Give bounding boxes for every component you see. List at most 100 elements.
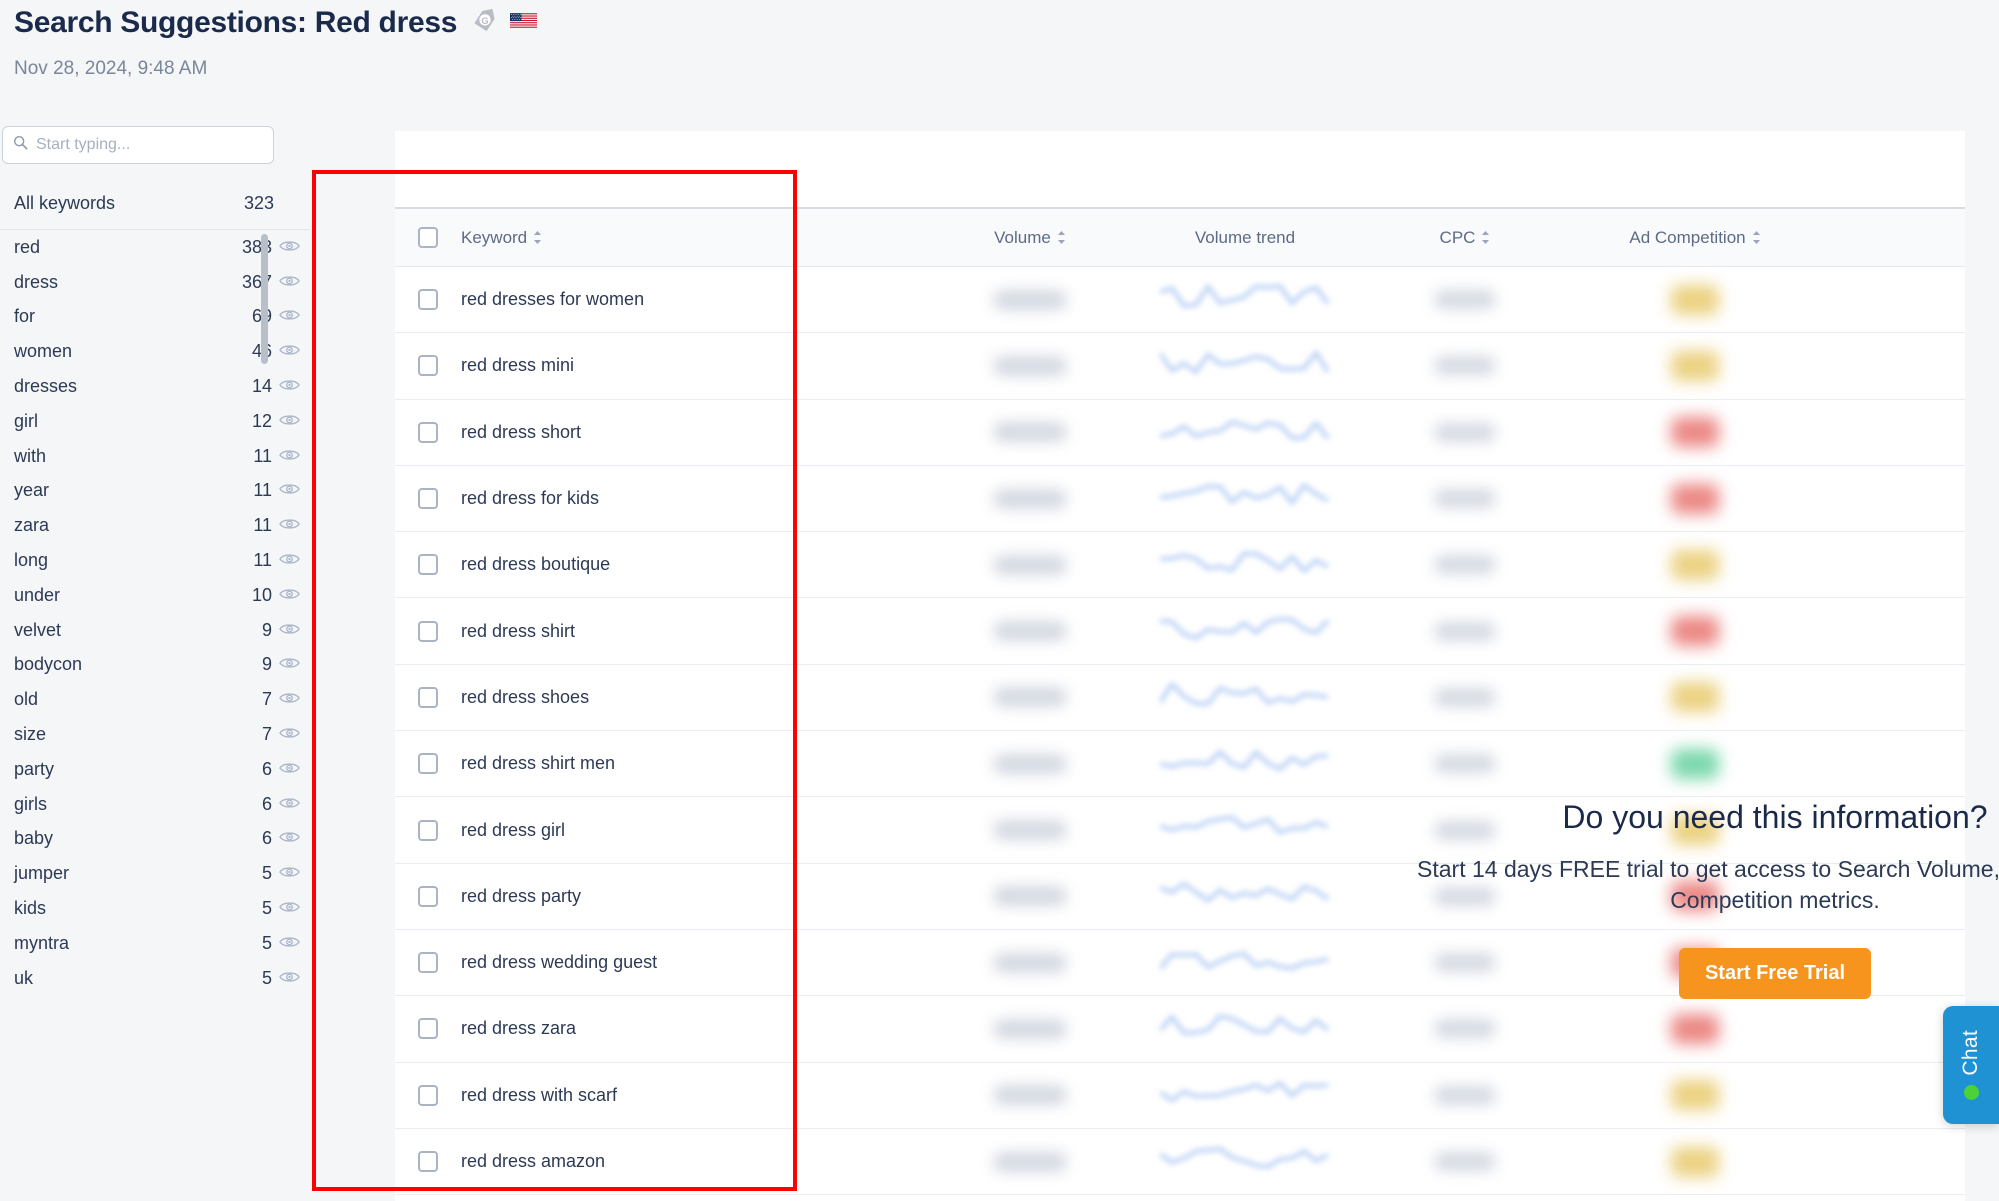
eye-icon[interactable] — [272, 933, 310, 954]
volume-trend-sparkline — [1159, 413, 1330, 452]
cell-cpc — [1365, 1085, 1565, 1105]
sort-icon-ad-competition[interactable] — [1752, 230, 1761, 245]
column-header-ad-competition[interactable]: Ad Competition — [1565, 228, 1825, 248]
eye-icon[interactable] — [272, 828, 310, 849]
cta-title: Do you need this information? — [1562, 799, 1988, 835]
chat-widget[interactable]: Chat — [1943, 1006, 1999, 1124]
row-checkbox[interactable] — [418, 1151, 438, 1172]
row-checkbox[interactable] — [418, 753, 438, 775]
search-box[interactable] — [2, 126, 274, 164]
eye-icon[interactable] — [272, 306, 310, 327]
column-label-cpc: CPC — [1439, 227, 1476, 247]
sort-icon-cpc[interactable] — [1481, 230, 1490, 245]
eye-icon[interactable] — [272, 515, 310, 536]
cell-ad-competition — [1565, 417, 1825, 448]
table-row[interactable]: red dress amazon — [395, 1129, 1965, 1196]
eye-icon[interactable] — [272, 411, 310, 432]
sort-icon-volume[interactable] — [1057, 230, 1066, 245]
sidebar-keyword-row[interactable]: myntra 5 — [0, 926, 310, 961]
column-header-keyword[interactable]: Keyword — [461, 228, 935, 248]
eye-icon[interactable] — [272, 480, 310, 501]
row-checkbox[interactable] — [418, 355, 438, 377]
sidebar-keyword-row[interactable]: zara 11 — [0, 508, 310, 543]
sidebar-keyword-row[interactable]: girls 6 — [0, 787, 310, 822]
sidebar-keyword-label: baby — [14, 828, 54, 849]
sidebar-keyword-row[interactable]: long 11 — [0, 543, 310, 578]
table-row[interactable]: red dress shoes — [395, 665, 1965, 732]
row-checkbox[interactable] — [418, 1018, 438, 1040]
eye-icon[interactable] — [272, 620, 310, 641]
row-checkbox[interactable] — [418, 1084, 438, 1106]
sidebar-item-all-keywords[interactable]: All keywords 323 — [0, 178, 310, 230]
locked-volume-value — [993, 753, 1067, 774]
eye-icon[interactable] — [272, 550, 310, 571]
locked-volume-value — [993, 1151, 1067, 1172]
eye-icon[interactable] — [272, 446, 310, 467]
cell-keyword: red dresses for women — [461, 289, 645, 310]
sidebar-keyword-row[interactable]: baby 6 — [0, 822, 310, 857]
eye-icon[interactable] — [272, 585, 310, 606]
row-select-cell — [395, 554, 461, 576]
table-row[interactable]: red dress short — [395, 400, 1965, 466]
table-row[interactable]: red dress zara — [395, 996, 1965, 1063]
table-row[interactable]: red dresses for women — [395, 267, 1965, 334]
sidebar-keyword-count: 12 — [251, 410, 272, 431]
sort-icon-keyword[interactable] — [533, 230, 542, 245]
row-checkbox[interactable] — [418, 421, 438, 443]
sidebar-keyword-row[interactable]: velvet 9 — [0, 613, 310, 648]
column-label-volume: Volume — [994, 227, 1051, 247]
sidebar-keyword-row[interactable]: uk 5 — [0, 961, 310, 996]
eye-icon[interactable] — [272, 759, 310, 780]
sidebar-keyword-row[interactable]: girl 12 — [0, 404, 310, 439]
table-row[interactable]: red dress for kids — [395, 466, 1965, 533]
cell-volume-trend — [1125, 877, 1365, 916]
start-free-trial-button[interactable]: Start Free Trial — [1678, 948, 1872, 1000]
cell-volume-trend — [1125, 346, 1365, 385]
sidebar-keyword-row[interactable]: kids 5 — [0, 891, 310, 926]
select-all-checkbox[interactable] — [418, 227, 438, 248]
eye-icon[interactable] — [272, 794, 310, 815]
sidebar-keyword-row[interactable]: jumper 5 — [0, 856, 310, 891]
eye-icon[interactable] — [272, 968, 310, 989]
row-checkbox[interactable] — [418, 885, 438, 907]
sidebar-keyword-row[interactable]: party 6 — [0, 752, 310, 787]
eye-icon[interactable] — [272, 341, 310, 362]
sidebar-keyword-row[interactable]: with 11 — [0, 439, 310, 474]
column-header-cpc[interactable]: CPC — [1365, 228, 1565, 248]
row-checkbox[interactable] — [418, 686, 438, 708]
table-row[interactable]: red dress boutique — [395, 532, 1965, 599]
report-timestamp: Nov 28, 2024, 9:48 AM — [14, 58, 208, 79]
eye-icon[interactable] — [272, 654, 310, 675]
row-checkbox[interactable] — [418, 819, 438, 841]
table-row[interactable]: red dress mini — [395, 333, 1965, 400]
sidebar-keyword-row[interactable]: old 7 — [0, 682, 310, 717]
sidebar-keyword-row[interactable]: under 10 — [0, 578, 310, 613]
sidebar-scrollbar[interactable] — [261, 234, 268, 364]
column-header-volume[interactable]: Volume — [935, 228, 1125, 248]
search-input[interactable] — [36, 136, 263, 154]
sidebar-keyword-row[interactable]: year 11 — [0, 474, 310, 509]
row-checkbox[interactable] — [418, 620, 438, 642]
eye-icon[interactable] — [272, 689, 310, 710]
row-checkbox[interactable] — [418, 554, 438, 576]
table-row[interactable]: red dress shirt — [395, 598, 1965, 665]
eye-icon[interactable] — [272, 376, 310, 397]
eye-icon[interactable] — [272, 863, 310, 884]
eye-icon[interactable] — [272, 898, 310, 919]
row-checkbox[interactable] — [418, 952, 438, 974]
row-checkbox[interactable] — [418, 488, 438, 510]
eye-icon[interactable] — [272, 724, 310, 745]
table-row[interactable]: red dress with scarf — [395, 1063, 1965, 1129]
table-row[interactable]: red dress shirt men — [395, 731, 1965, 798]
row-checkbox[interactable] — [418, 289, 438, 311]
eye-icon[interactable] — [272, 272, 310, 293]
main-panel: Keyword Volume Volume trend CPC Ad Compe… — [395, 131, 1999, 1201]
locked-volume-value — [993, 355, 1067, 376]
volume-trend-sparkline — [1158, 678, 1330, 717]
sidebar-keyword-row[interactable]: size 7 — [0, 717, 310, 752]
sidebar-keyword-row[interactable]: dresses 14 — [0, 369, 310, 404]
eye-icon[interactable] — [272, 237, 310, 258]
sidebar-keyword-row[interactable]: bodycon 9 — [0, 648, 310, 683]
sidebar-keyword-count: 6 — [261, 793, 272, 814]
cell-volume — [935, 289, 1125, 310]
